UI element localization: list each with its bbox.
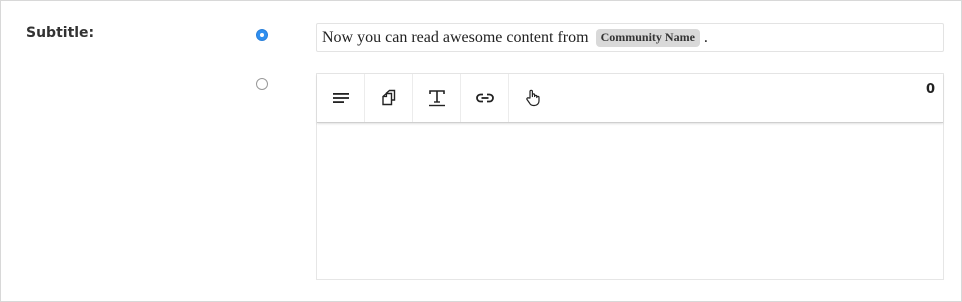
pointer-button[interactable] [509,74,557,122]
text-format-button[interactable] [413,74,461,122]
custom-subtitle-editor: 0 [316,73,944,280]
link-icon [475,93,494,103]
character-count: 0 [925,82,935,97]
subtitle-settings-panel: Subtitle: Now you can read awesome conte… [0,0,962,302]
preset-subtitle-radio[interactable] [256,29,268,41]
custom-subtitle-radio[interactable] [256,78,268,90]
copy-icon [381,89,395,106]
preset-text-after: . [703,28,708,46]
community-name-token: Community Name [595,28,700,47]
editor-text-area[interactable] [317,123,943,279]
text-format-icon [428,90,445,107]
subtitle-label: Subtitle: [26,25,95,41]
copy-button[interactable] [365,74,413,122]
preset-text-before: Now you can read awesome content from [322,28,589,46]
preset-subtitle-preview: Now you can read awesome content from Co… [316,23,944,52]
editor-toolbar: 0 [317,74,943,123]
align-button[interactable] [317,74,365,122]
link-button[interactable] [461,74,509,122]
align-left-icon [332,93,349,103]
pointer-hand-icon [526,89,540,107]
